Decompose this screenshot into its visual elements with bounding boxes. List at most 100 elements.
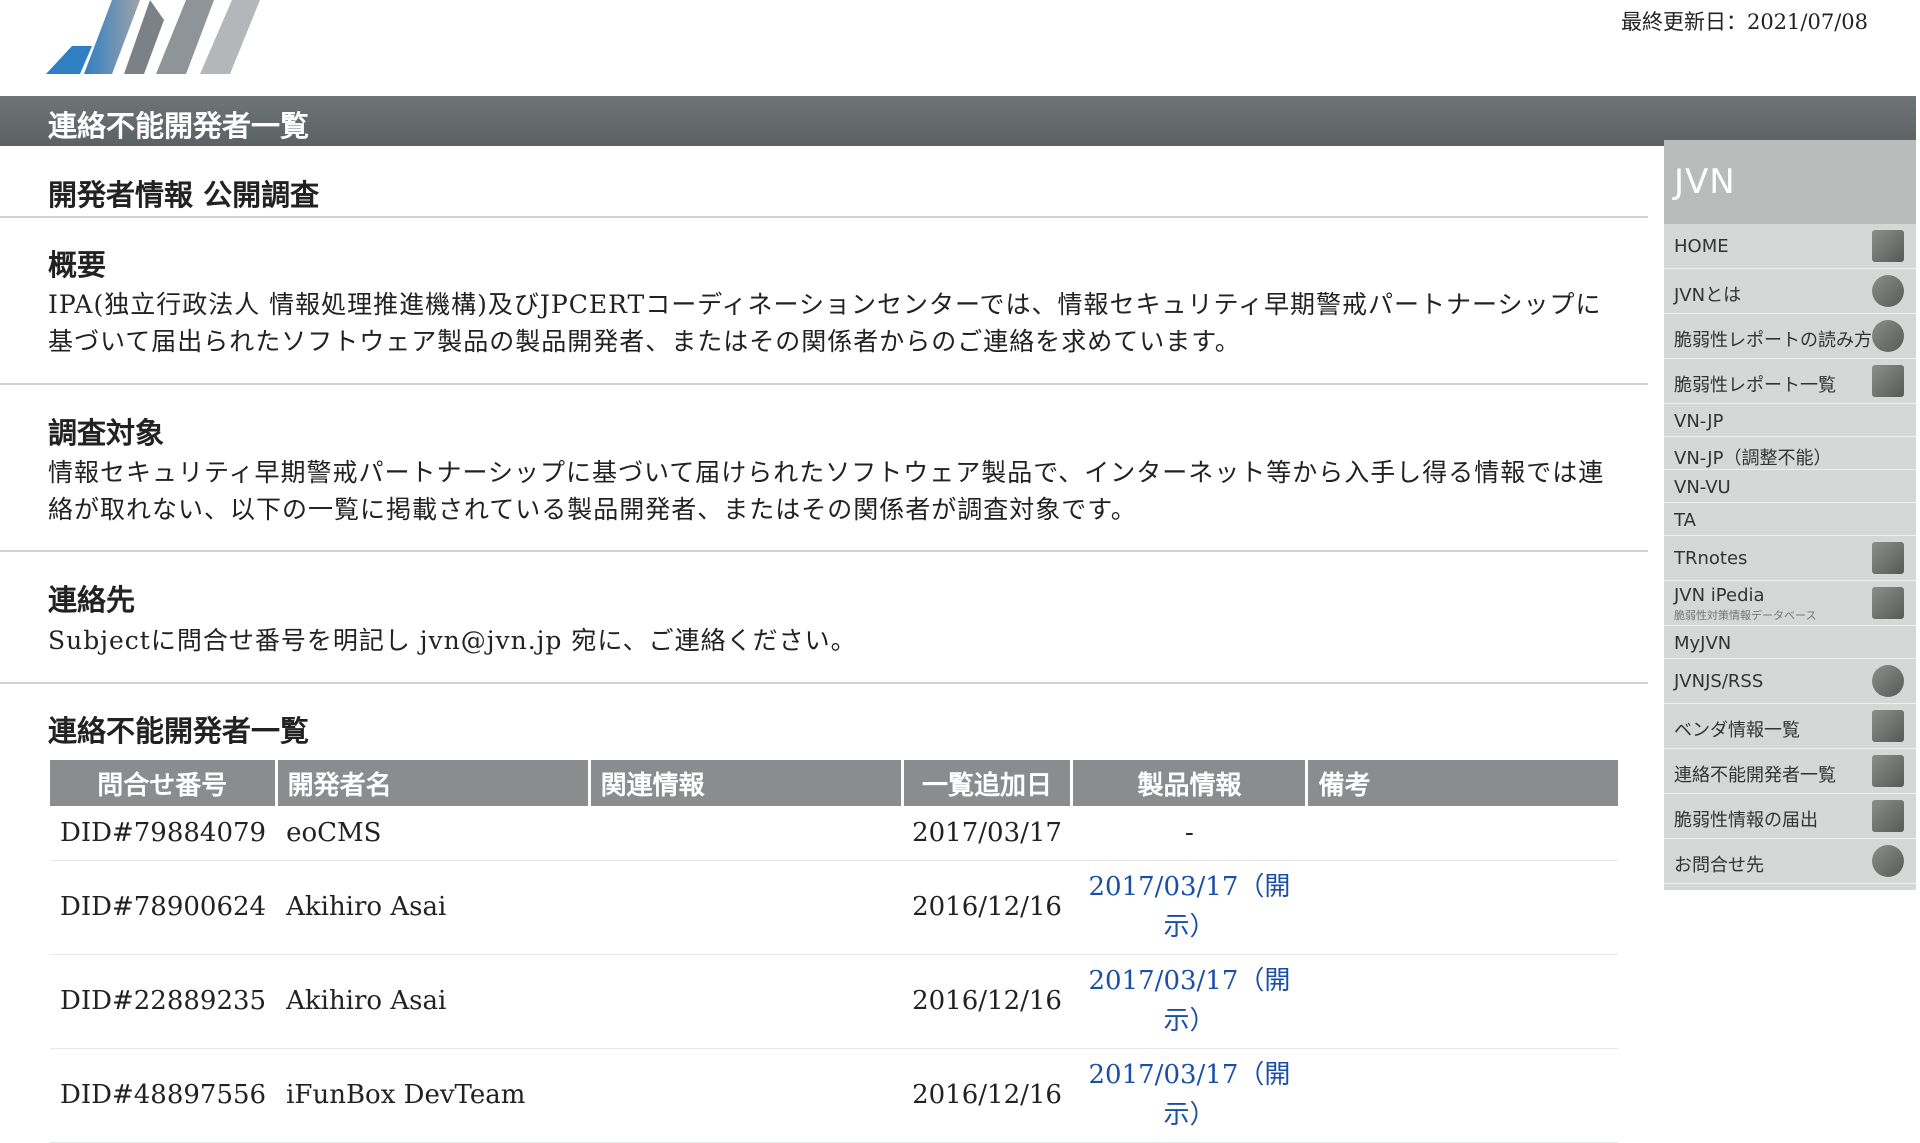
- sidebar-item-label: ベンダ情報一覧: [1674, 720, 1800, 741]
- sidebar-item-ipedia[interactable]: JVN iPedia 脆弱性対策情報データベース: [1664, 581, 1916, 626]
- sidebar-item-trnotes[interactable]: TRnotes: [1664, 536, 1916, 581]
- table-row: DID#79884079 eoCMS 2017/03/17 -: [50, 806, 1619, 861]
- sidebar-item-vn-jp-uncoordinated[interactable]: VN-JP（調整不能）: [1664, 437, 1916, 470]
- section-text: IPA(独立行政法人 情報処理推進機構)及びJPCERTコーディネーションセンタ…: [48, 290, 1602, 356]
- page-title: 連絡不能開発者一覧: [48, 109, 310, 143]
- cell-id: DID#79884079: [50, 806, 277, 861]
- jvn-logo[interactable]: [46, 0, 266, 74]
- cell-product: 2017/03/17（開示）: [1071, 860, 1307, 955]
- cell-developer: Akihiro Asai: [276, 954, 590, 1049]
- last-updated-label: 最終更新日：: [1620, 10, 1747, 34]
- sidebar-item-label: VN-JP: [1674, 411, 1724, 432]
- sidebar-item-vn-jp[interactable]: VN-JP: [1664, 404, 1916, 437]
- sidebar-brand[interactable]: JVN: [1664, 140, 1916, 224]
- section-heading: 連絡先: [48, 583, 136, 617]
- sidebar-nav: JVN HOME JVNとは 脆弱性レポートの読み方 脆弱性レポート一覧 VN-…: [1664, 140, 1916, 890]
- sidebar-item-unreachable[interactable]: 連絡不能開発者一覧: [1664, 749, 1916, 794]
- section-heading: 概要: [48, 248, 107, 282]
- cell-added: 2016/12/16: [902, 860, 1072, 955]
- sidebar-item-sublabel: 脆弱性対策情報データベース: [1674, 609, 1817, 622]
- doc-icon: [1872, 710, 1904, 742]
- table-row: DID#48897556 iFunBox DevTeam 2016/12/16 …: [50, 1048, 1619, 1143]
- divider: [0, 383, 1648, 385]
- cell-id: DID#22889235: [50, 954, 277, 1049]
- cell-related: [589, 954, 903, 1049]
- page-subtitle: 開発者情報 公開調査: [48, 178, 320, 212]
- cell-developer: Akihiro Asai: [276, 860, 590, 955]
- sidebar-item-label: MyJVN: [1674, 633, 1732, 654]
- sidebar-item-label: TA: [1674, 510, 1696, 531]
- sidebar-item-label: TRnotes: [1674, 548, 1748, 569]
- sidebar-item-label: 脆弱性情報の届出: [1674, 810, 1818, 831]
- col-header-id: 問合せ番号: [50, 760, 278, 806]
- table-header-row: 問合せ番号 開発者名 関連情報 一覧追加日 製品情報 備考: [50, 760, 1619, 806]
- cell-note: [1306, 1048, 1619, 1143]
- last-updated: 最終更新日：2021/07/08: [1621, 6, 1868, 36]
- cell-id: DID#78900624: [50, 860, 277, 955]
- product-disclosure-link[interactable]: 2017/03/17（開示）: [1082, 867, 1297, 947]
- cell-note: [1306, 954, 1619, 1049]
- doc-icon: [1872, 755, 1904, 787]
- eye-icon: [1872, 320, 1904, 352]
- sidebar-item-label: VN-VU: [1674, 477, 1731, 498]
- building-icon: [1872, 230, 1904, 262]
- cell-related: [589, 860, 903, 955]
- last-updated-date: 2021/07/08: [1746, 10, 1868, 34]
- list-icon: [1872, 365, 1904, 397]
- sidebar-item-label: JVNJS/RSS: [1674, 671, 1764, 692]
- sidebar-item-howto[interactable]: 脆弱性レポートの読み方: [1664, 314, 1916, 359]
- cell-developer: eoCMS: [276, 806, 590, 861]
- table-row: DID#78900624 Akihiro Asai 2016/12/16 201…: [50, 860, 1619, 955]
- divider: [0, 216, 1648, 218]
- pin-icon: [1872, 542, 1904, 574]
- table-row: DID#22889235 Akihiro Asai 2016/12/16 201…: [50, 954, 1619, 1049]
- sidebar-item-jvnjs-rss[interactable]: JVNJS/RSS: [1664, 659, 1916, 704]
- sidebar-item-about[interactable]: JVNとは: [1664, 269, 1916, 314]
- cell-related: [589, 806, 903, 861]
- title-bar: 連絡不能開発者一覧: [0, 96, 1916, 146]
- section-heading: 調査対象: [48, 416, 165, 450]
- cell-product: 2017/03/17（開示）: [1071, 1048, 1307, 1143]
- sidebar-item-submit[interactable]: 脆弱性情報の届出: [1664, 794, 1916, 839]
- cell-note: [1306, 860, 1619, 955]
- sidebar-item-label: HOME: [1674, 236, 1729, 257]
- cell-note: [1306, 806, 1619, 861]
- globe-icon: [1872, 275, 1904, 307]
- sidebar-item-label: お問合せ先: [1674, 855, 1764, 876]
- product-disclosure-link[interactable]: 2017/03/17（開示）: [1082, 961, 1297, 1041]
- product-disclosure-link[interactable]: 2017/03/17（開示）: [1082, 1055, 1297, 1135]
- divider: [0, 550, 1648, 552]
- cell-developer: iFunBox DevTeam: [276, 1048, 590, 1143]
- list-heading: 連絡不能開発者一覧: [48, 714, 310, 748]
- sidebar-item-label: 連絡不能開発者一覧: [1674, 765, 1836, 786]
- sidebar-item-reports[interactable]: 脆弱性レポート一覧: [1664, 359, 1916, 404]
- sidebar-item-ta[interactable]: TA: [1664, 503, 1916, 536]
- cell-related: [589, 1048, 903, 1143]
- col-header-product: 製品情報: [1071, 760, 1309, 806]
- sidebar-item-home[interactable]: HOME: [1664, 224, 1916, 269]
- section-text: Subjectに問合せ番号を明記し jvn@jvn.jp 宛に、ご連絡ください。: [48, 626, 857, 655]
- cell-added: 2016/12/16: [902, 1048, 1072, 1143]
- sidebar-item-label: 脆弱性レポートの読み方: [1674, 330, 1872, 351]
- section-text: 情報セキュリティ早期警戒パートナーシップに基づいて届けられたソフトウェア製品で、…: [48, 458, 1605, 524]
- globe-icon: [1872, 665, 1904, 697]
- col-header-added: 一覧追加日: [902, 760, 1074, 806]
- cell-added: 2017/03/17: [902, 806, 1072, 861]
- sidebar-item-label: 脆弱性レポート一覧: [1674, 375, 1836, 396]
- card-icon: [1872, 800, 1904, 832]
- cell-product: -: [1071, 806, 1307, 861]
- sidebar-item-label: JVNとは: [1674, 285, 1742, 306]
- divider: [0, 682, 1648, 684]
- developers-table: 問合せ番号 開発者名 関連情報 一覧追加日 製品情報 備考 DID#798840…: [50, 760, 1619, 1143]
- sidebar-item-vn-vu[interactable]: VN-VU: [1664, 470, 1916, 503]
- page-header: 最終更新日：2021/07/08: [0, 0, 1920, 96]
- person-icon: [1872, 845, 1904, 877]
- col-header-note: 備考: [1306, 760, 1619, 806]
- col-header-developer: 開発者名: [276, 760, 591, 806]
- sidebar-item-label: JVN iPedia: [1674, 585, 1765, 606]
- sidebar-item-vendors[interactable]: ベンダ情報一覧: [1664, 704, 1916, 749]
- sidebar-item-myjvn[interactable]: MyJVN: [1664, 626, 1916, 659]
- cell-id: DID#48897556: [50, 1048, 277, 1143]
- sidebar-item-contact[interactable]: お問合せ先: [1664, 839, 1916, 884]
- col-header-related: 関連情報: [589, 760, 904, 806]
